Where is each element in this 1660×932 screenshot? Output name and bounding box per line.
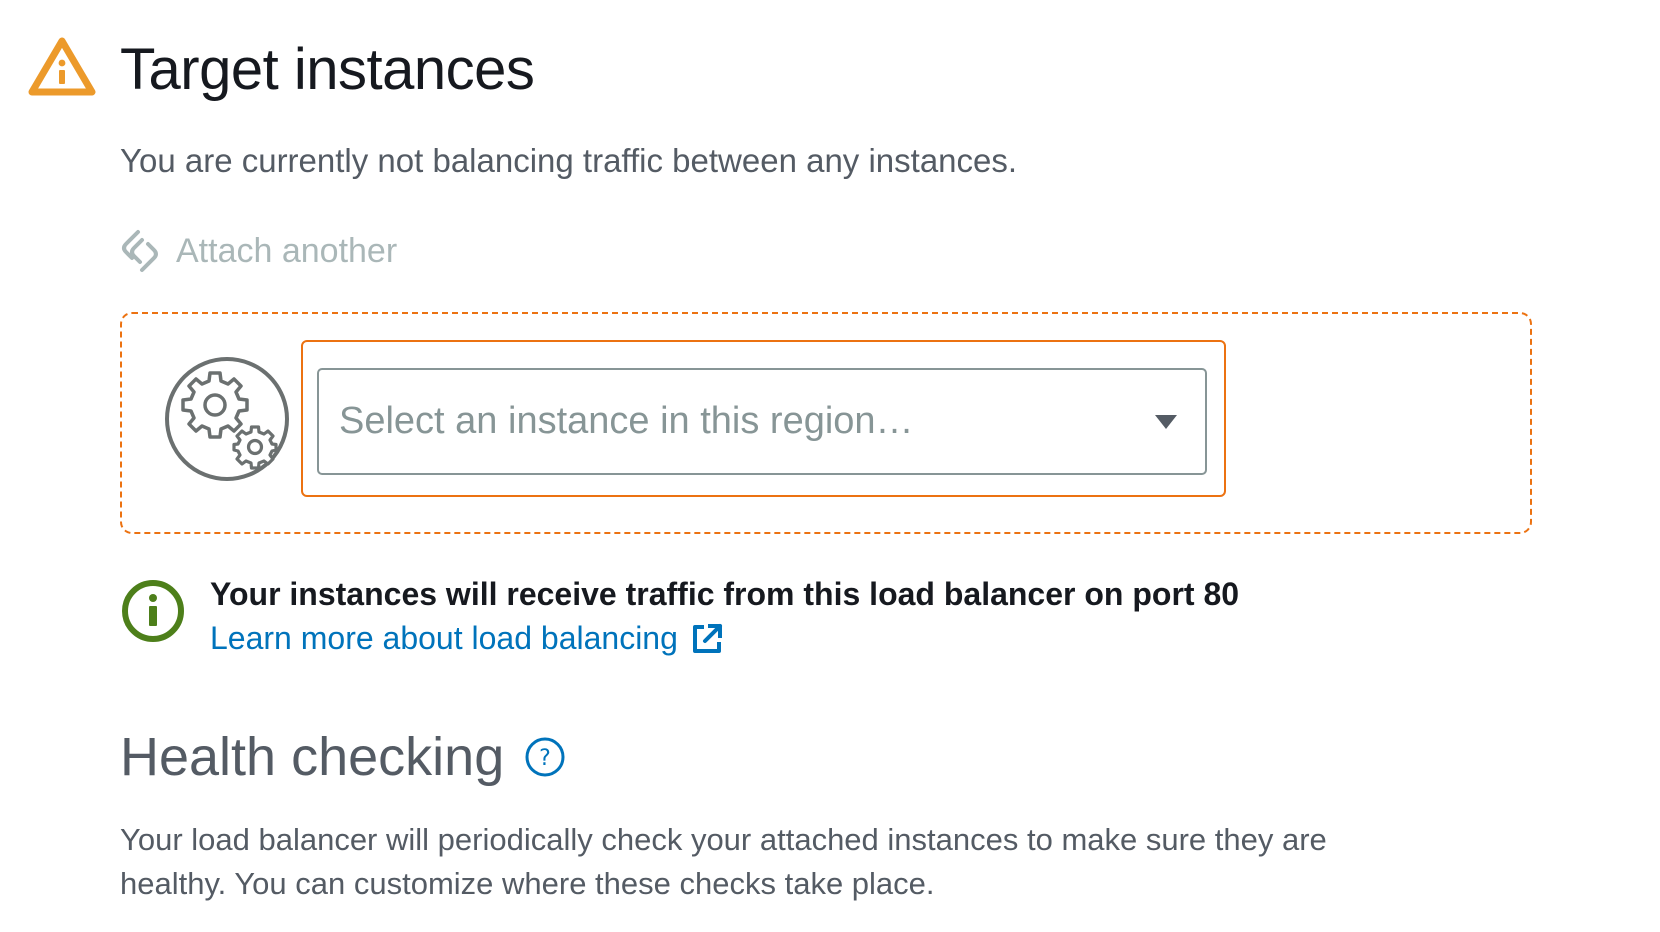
attach-another-label: Attach another xyxy=(176,231,398,270)
help-circle-icon[interactable]: ? xyxy=(524,736,566,778)
page-title: Target instances xyxy=(120,37,535,102)
attach-another-button[interactable]: Attach another xyxy=(120,228,397,274)
dropdown-caret-icon xyxy=(1155,414,1177,429)
info-circle-icon xyxy=(122,580,184,642)
health-checking-description: Your load balancer will periodically che… xyxy=(120,818,1480,906)
health-checking-heading: Health checking ? xyxy=(120,726,566,788)
instance-select-placeholder: Select an instance in this region… xyxy=(339,400,914,442)
health-description-line-1: Your load balancer will periodically che… xyxy=(120,822,1327,857)
instance-gears-icon xyxy=(165,357,289,481)
port-info-message: Your instances will receive traffic from… xyxy=(210,576,1240,612)
warning-triangle-icon xyxy=(28,37,96,96)
target-instances-panel: Target instances You are currently not b… xyxy=(0,0,1660,932)
external-link-icon xyxy=(692,623,722,653)
page-subtitle: You are currently not balancing traffic … xyxy=(120,142,1018,179)
attach-link-icon xyxy=(122,230,158,272)
learn-more-link[interactable]: Learn more about load balancing xyxy=(210,620,724,657)
health-description-line-2: healthy. You can customize where these c… xyxy=(120,866,935,901)
svg-text:?: ? xyxy=(539,746,551,771)
learn-more-link-label: Learn more about load balancing xyxy=(210,620,678,656)
instance-select[interactable]: Select an instance in this region… xyxy=(317,368,1207,475)
health-checking-title: Health checking xyxy=(120,727,505,787)
